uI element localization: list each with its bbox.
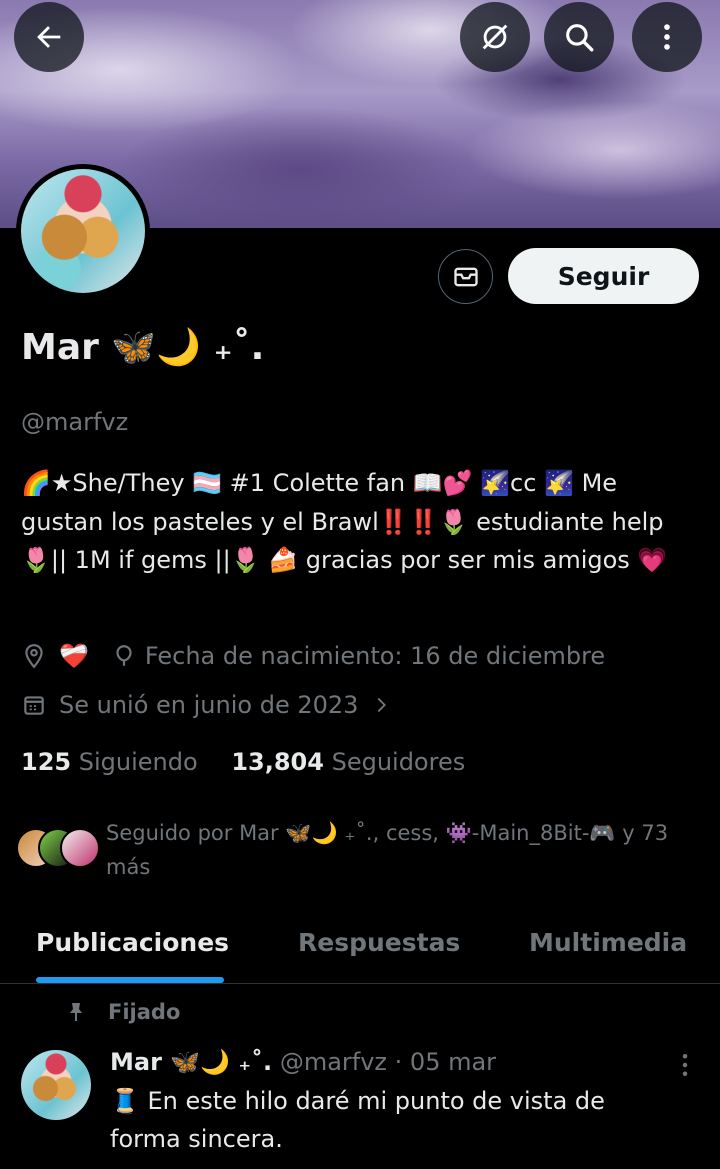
profile-bio: 🌈★She/They 🏳️‍⚧️ #1 Colette fan 📖💕 🌠cc 🌠… (21, 469, 668, 574)
followers-you-know-avatars (16, 828, 100, 872)
location-text: ❤️‍🩹 (59, 642, 89, 670)
balloon-icon (116, 645, 132, 666)
arrow-left-icon (37, 26, 61, 48)
pin-icon (70, 1003, 82, 1021)
post-avatar[interactable] (21, 1050, 91, 1120)
followers-link[interactable]: 13,804 Seguidores (231, 748, 465, 776)
profile-handle: @marfvz (21, 408, 129, 436)
joined-text: Se unió en junio de 2023 (59, 691, 359, 719)
profile-avatar[interactable] (16, 164, 150, 298)
search-button[interactable] (544, 2, 614, 72)
post-author-name[interactable]: Mar 🦋🌙 ₊˚. (110, 1048, 272, 1076)
birthday-text: Fecha de nacimiento: 16 de diciembre (144, 642, 606, 670)
avatar-image (21, 169, 145, 293)
more-options-button[interactable] (632, 2, 702, 72)
followed-by[interactable]: Seguido por Mar 🦋🌙 ₊˚., cess, 👾-Main_8Bi… (16, 816, 706, 884)
back-button[interactable] (14, 2, 84, 72)
following-count: 125 (21, 748, 72, 776)
post-more-icon[interactable] (670, 1050, 700, 1080)
post-header: Mar 🦋🌙 ₊˚. @marfvz · 05 mar (110, 1048, 496, 1076)
calendar-icon (24, 696, 44, 715)
compass-off-icon (482, 24, 508, 50)
followers-label: Seguidores (331, 748, 466, 776)
profile-meta-row: ❤️‍🩹 Fecha de nacimiento: 16 de diciembr… (21, 642, 605, 670)
follow-button[interactable]: Seguir (508, 248, 699, 304)
following-label: Siguiendo (78, 748, 198, 776)
location-pin-icon (25, 644, 43, 669)
tab-publicaciones[interactable]: Publicaciones (36, 928, 229, 957)
joined-row[interactable]: Se unió en junio de 2023 (21, 691, 392, 719)
search-icon (566, 24, 594, 52)
avatar (60, 828, 100, 868)
pinned-label: Fijado (108, 1000, 181, 1024)
grok-button[interactable] (460, 2, 530, 72)
message-button[interactable] (438, 249, 493, 304)
envelope-icon (453, 267, 478, 286)
tab-respuestas[interactable]: Respuestas (298, 928, 460, 957)
profile-name: Mar 🦋🌙 ₊˚. (21, 327, 265, 368)
active-tab-indicator (36, 977, 224, 983)
tab-multimedia[interactable]: Multimedia (529, 928, 687, 957)
follow-stats: 125 Siguiendo 13,804 Seguidores (21, 748, 465, 776)
followers-count: 13,804 (231, 748, 324, 776)
post-meta: @marfvz · 05 mar (279, 1048, 497, 1076)
more-vertical-icon (664, 24, 670, 50)
profile-tabs: Publicaciones Respuestas Multimedia (0, 912, 720, 984)
pinned-indicator: Fijado (64, 1000, 180, 1024)
chevron-right-icon (378, 697, 387, 713)
followed-by-text: Seguido por Mar 🦋🌙 ₊˚., cess, 👾-Main_8Bi… (106, 821, 669, 879)
following-link[interactable]: 125 Siguiendo (21, 748, 198, 776)
post-text: 🧵 En este hilo daré mi punto de vista de… (110, 1087, 605, 1153)
